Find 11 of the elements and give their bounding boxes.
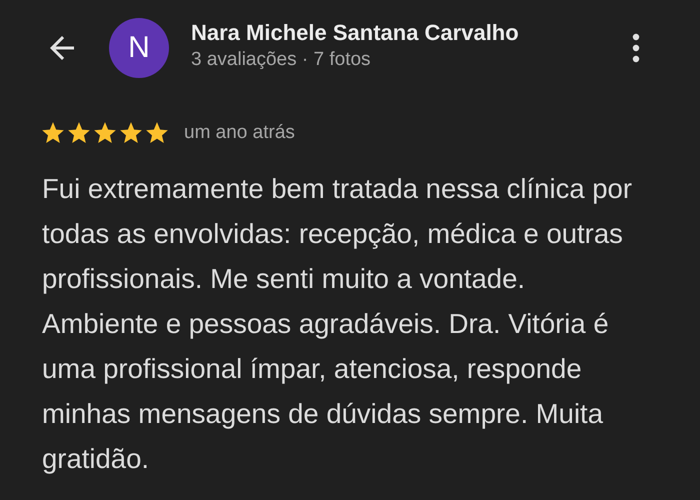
star-icon xyxy=(144,120,170,146)
more-menu-icon[interactable] xyxy=(632,33,640,63)
reviewer-stats: 3 avaliações · 7 fotos xyxy=(191,48,372,70)
review-date: um ano atrás xyxy=(184,122,295,144)
avatar: N xyxy=(109,18,169,78)
star-icon xyxy=(40,120,66,146)
star-icon xyxy=(118,120,144,146)
reviewer-name: Nara Michele Santana Carvalho xyxy=(191,20,520,46)
star-icon xyxy=(92,120,118,146)
review-text: Fui extremamente bem tratada nessa clínica por todas as envolvidas: recepção, médica e outras profissionais. Me senti muito a vontade. Ambiente e pessoas agradáveis. Dra. Vitória é uma profissional ímpar, atenciosa, responde minhas mensagens de dúvidas sempre. Muita gratidão. xyxy=(42,172,634,476)
star-icon xyxy=(66,120,92,146)
